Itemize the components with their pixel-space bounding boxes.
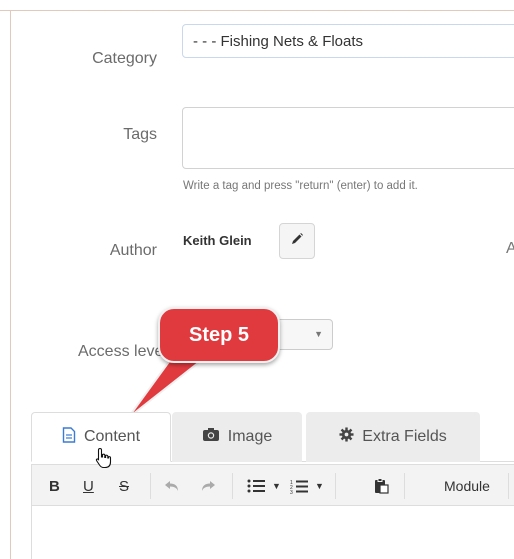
pencil-icon [290, 232, 304, 251]
truncated-label: A [506, 240, 514, 257]
tab-image[interactable]: Image [172, 412, 302, 462]
tags-hint: Write a tag and press "return" (enter) t… [183, 180, 418, 192]
numbered-list-icon: 123 [290, 480, 308, 494]
toolbar-separator [335, 473, 336, 499]
clipboard-icon [375, 478, 389, 494]
redo-icon [202, 481, 215, 491]
document-icon [62, 426, 76, 448]
tags-label: Tags [123, 126, 157, 143]
numbered-list-button[interactable]: 123 [290, 465, 308, 507]
svg-text:3: 3 [290, 490, 293, 494]
underline-button[interactable]: U [83, 465, 94, 507]
editor-content-area[interactable] [31, 506, 514, 559]
toolbar-separator [404, 473, 405, 499]
paste-button[interactable] [374, 465, 389, 507]
caret-down-icon: ▼ [314, 329, 323, 339]
toolbar-separator [232, 473, 233, 499]
bold-button[interactable]: B [49, 465, 60, 507]
bullet-list-dropdown[interactable]: ▼ [272, 465, 281, 507]
access-level-label: Access leve [78, 343, 164, 360]
gear-icon [339, 427, 354, 447]
tab-extra-fields[interactable]: Extra Fields [306, 412, 480, 462]
step-callout: Step 5 [158, 307, 280, 363]
bullet-list-icon [247, 479, 265, 493]
undo-icon [165, 481, 178, 491]
module-button[interactable]: Module [444, 465, 490, 507]
tab-image-label: Image [227, 428, 273, 445]
window-left-border [10, 10, 11, 559]
toolbar-separator [508, 473, 509, 499]
step-callout-text: Step 5 [188, 324, 250, 346]
edit-author-button[interactable] [279, 223, 315, 259]
undo-button[interactable] [164, 465, 180, 507]
window-top-border [0, 0, 514, 11]
redo-button[interactable] [200, 465, 216, 507]
author-label: Author [109, 242, 157, 259]
category-select[interactable]: - - - Fishing Nets & Floats [182, 24, 514, 58]
bullet-list-button[interactable] [247, 465, 265, 507]
hand-cursor-icon [95, 447, 113, 474]
category-label: Category [92, 50, 157, 67]
tab-extra-fields-label: Extra Fields [362, 428, 447, 445]
numbered-list-dropdown[interactable]: ▼ [315, 465, 324, 507]
toolbar-separator [150, 473, 151, 499]
tab-content-label: Content [83, 428, 141, 445]
category-select-value: - - - Fishing Nets & Floats [193, 33, 364, 50]
author-name: Keith Glein [183, 233, 252, 248]
strikethrough-button[interactable]: S [119, 465, 129, 507]
tags-input[interactable] [182, 107, 514, 169]
camera-icon [202, 427, 220, 447]
